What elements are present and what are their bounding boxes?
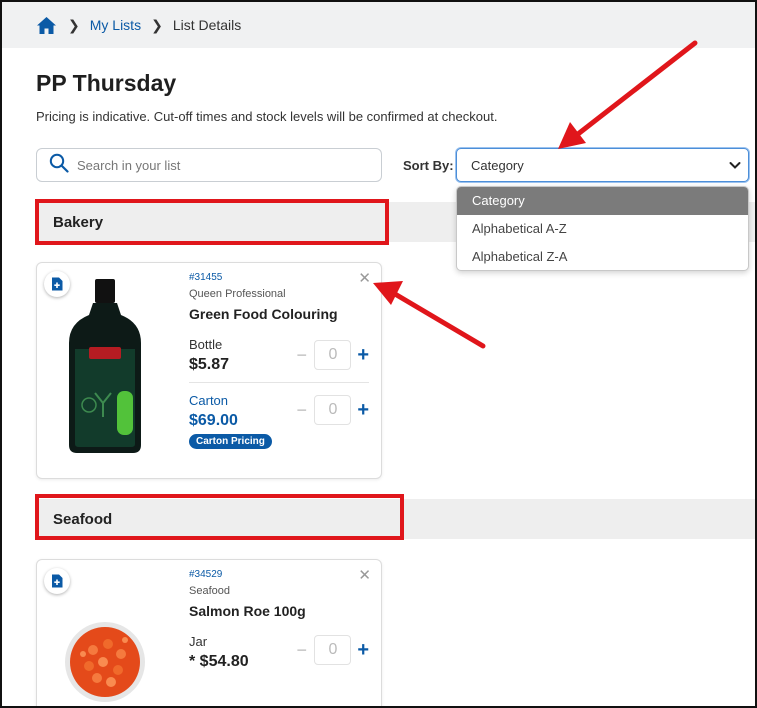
unit-price: $5.87 — [189, 356, 230, 373]
close-icon[interactable]: ✕ — [358, 566, 371, 584]
increment-button[interactable]: + — [354, 639, 372, 662]
unit-price: $69.00 — [189, 412, 238, 429]
divider — [189, 382, 369, 383]
category-name: Bakery — [53, 214, 104, 231]
product-brand: Queen Professional — [189, 288, 286, 300]
pricing-notice: Pricing is indicative. Cut-off times and… — [36, 109, 498, 124]
increment-button[interactable]: + — [354, 344, 372, 367]
search-box[interactable] — [36, 148, 382, 182]
increment-button[interactable]: + — [354, 399, 372, 422]
quantity-input[interactable]: 0 — [314, 395, 352, 425]
carton-pricing-badge: Carton Pricing — [189, 434, 272, 449]
breadcrumb: ❯ My Lists ❯ List Details — [2, 2, 755, 48]
quantity-input[interactable]: 0 — [314, 635, 352, 665]
product-image — [69, 279, 141, 453]
quantity-stepper: − 0 + — [292, 634, 372, 666]
sort-dropdown: Category Alphabetical A-Z Alphabetical Z… — [456, 186, 749, 271]
product-sku: #34529 — [189, 569, 223, 580]
sort-option-z-a[interactable]: Alphabetical Z-A — [457, 243, 748, 270]
close-icon[interactable]: ✕ — [358, 269, 371, 287]
quantity-input[interactable]: 0 — [314, 340, 352, 370]
product-sku: #31455 — [189, 272, 223, 283]
category-header-seafood: Seafood — [36, 499, 755, 539]
product-card: ✕ #34529 Seafood Salmon Roe 100g Jar * $… — [36, 559, 382, 708]
search-icon — [49, 153, 69, 178]
sort-select[interactable]: Category — [456, 148, 749, 182]
page-title: PP Thursday — [36, 70, 177, 96]
chevron-right-icon: ❯ — [151, 16, 163, 33]
sort-label: Sort By: — [403, 158, 454, 173]
quantity-stepper: − 0 + — [292, 339, 372, 371]
breadcrumb-my-lists[interactable]: My Lists — [90, 17, 141, 33]
product-brand: Seafood — [189, 585, 230, 597]
decrement-button[interactable]: − — [292, 640, 311, 661]
sort-option-category[interactable]: Category — [457, 187, 748, 215]
unit-label: Carton — [189, 393, 229, 408]
product-card: ✕ #31455 Queen Professional Green Food C… — [36, 262, 382, 479]
sort-selected-value: Category — [471, 157, 524, 173]
decrement-button[interactable]: − — [292, 400, 311, 421]
product-image — [65, 622, 145, 702]
unit-label: Bottle — [189, 337, 223, 352]
search-input[interactable] — [77, 157, 337, 173]
unit-label: Jar — [189, 634, 208, 649]
annotation-arrow — [558, 40, 698, 149]
chevron-right-icon: ❯ — [68, 16, 80, 33]
add-to-list-icon[interactable] — [44, 568, 70, 594]
chevron-down-icon — [728, 158, 742, 175]
annotation-arrow — [373, 281, 486, 349]
quantity-stepper: − 0 + — [292, 394, 372, 426]
unit-price: * $54.80 — [189, 653, 249, 670]
product-name[interactable]: Salmon Roe 100g — [189, 603, 306, 619]
home-icon[interactable] — [36, 15, 58, 35]
sort-option-a-z[interactable]: Alphabetical A-Z — [457, 215, 748, 243]
category-name: Seafood — [53, 511, 113, 528]
breadcrumb-current: List Details — [172, 17, 242, 33]
product-name[interactable]: Green Food Colouring — [189, 306, 338, 322]
decrement-button[interactable]: − — [292, 345, 311, 366]
